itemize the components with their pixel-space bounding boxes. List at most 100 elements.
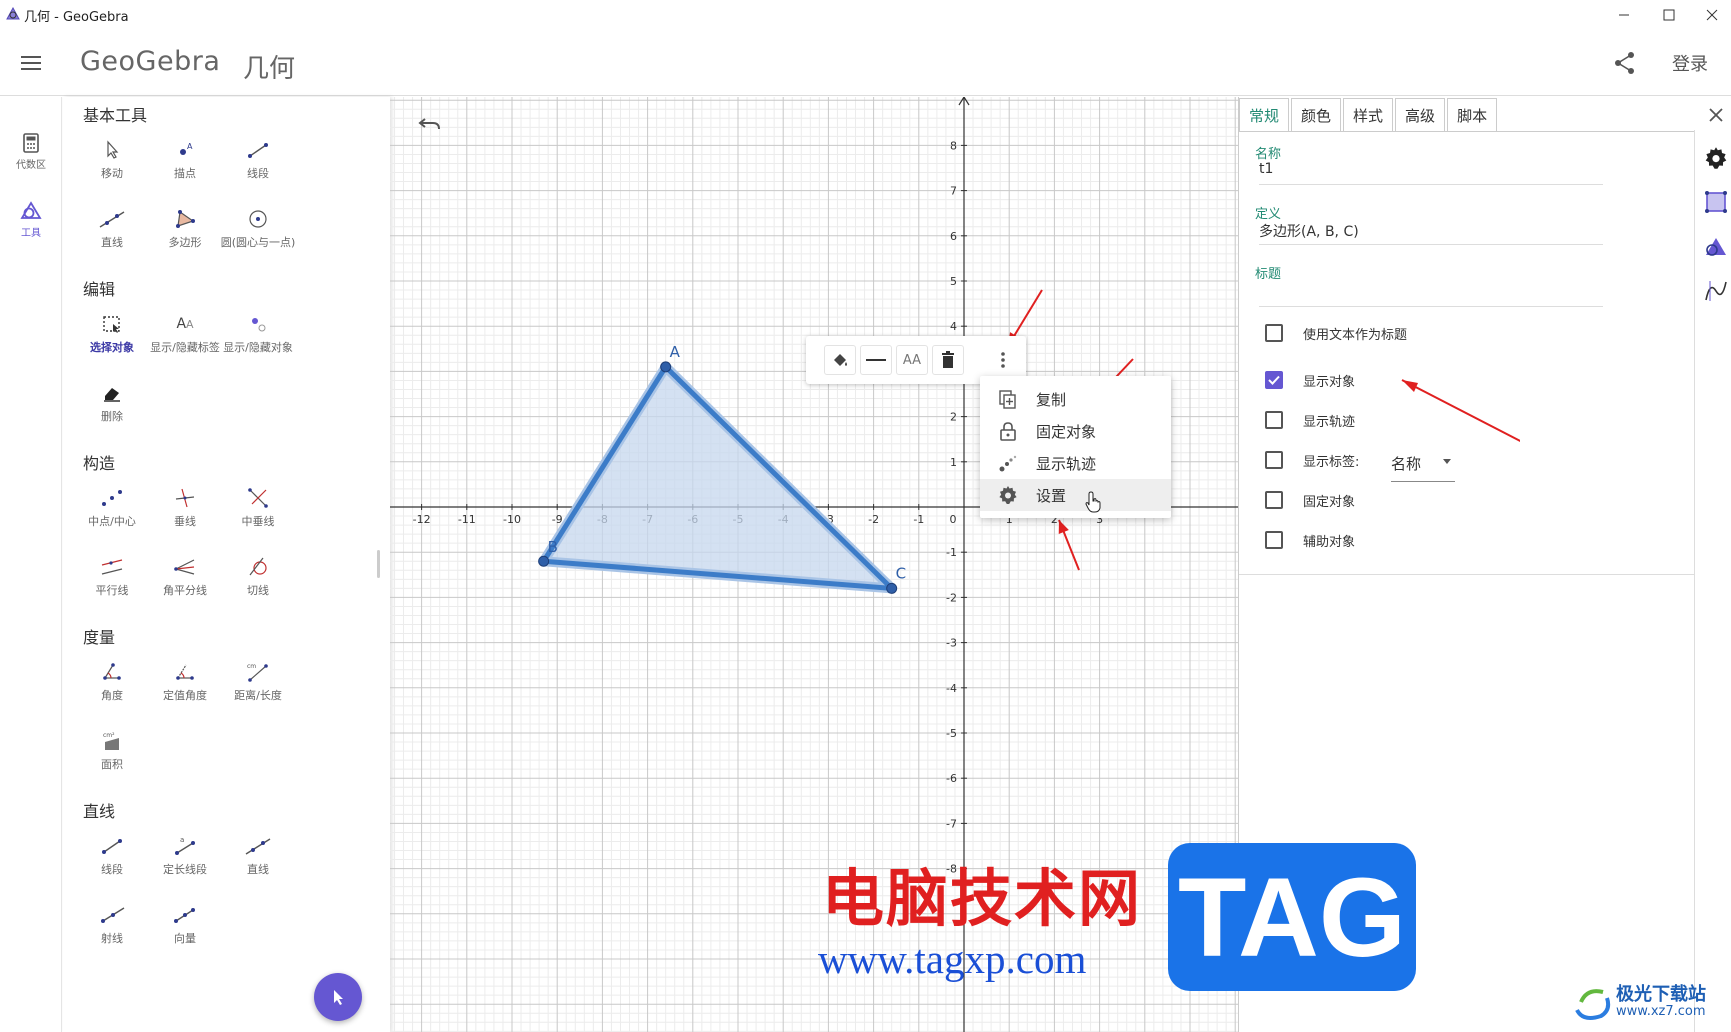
y-tick-label: -2 xyxy=(946,591,957,604)
triangle-polygon[interactable] xyxy=(538,361,897,594)
graphics-view-icon[interactable] xyxy=(1704,190,1728,214)
close-properties-icon[interactable] xyxy=(1705,104,1727,126)
tool-segment-2[interactable]: 线段 xyxy=(70,831,154,877)
checkbox[interactable] xyxy=(1265,324,1283,342)
tool-vector[interactable]: 向量 xyxy=(143,900,227,946)
definition-input[interactable]: 多边形(A, B, C) xyxy=(1259,217,1603,245)
tool-perpendicular[interactable]: 垂线 xyxy=(143,483,227,529)
watermark-text: 电脑技术网 xyxy=(822,862,1143,935)
graphics-2-icon[interactable] xyxy=(1704,235,1728,259)
duplicate-icon xyxy=(999,390,1016,409)
tool-line-2[interactable]: 直线 xyxy=(216,831,300,877)
login-button[interactable]: 登录 xyxy=(1672,50,1708,76)
y-tick-label: -1 xyxy=(946,546,957,559)
tool-distance-length[interactable]: cm 距离/长度 xyxy=(216,657,300,703)
tool-angle[interactable]: 角度 xyxy=(70,657,154,703)
fill-color-button[interactable] xyxy=(824,345,856,375)
tool-show-hide-object[interactable]: 显示/隐藏对象 xyxy=(216,309,300,355)
text-size-label: AA xyxy=(902,352,922,368)
tool-select-objects[interactable]: 选择对象 xyxy=(70,309,154,355)
hamburger-menu-icon[interactable] xyxy=(18,50,44,76)
panel-resize-handle[interactable] xyxy=(377,550,380,578)
ray-icon xyxy=(101,907,125,923)
y-tick-label: 8 xyxy=(950,139,957,152)
tool-tangent[interactable]: 切线 xyxy=(216,552,300,598)
tab-basic[interactable]: 常规 xyxy=(1239,98,1290,132)
rail-item-tools[interactable]: 工具 xyxy=(0,201,62,239)
name-input[interactable]: t1 xyxy=(1259,157,1603,185)
checkbox[interactable] xyxy=(1265,451,1283,469)
tool-show-hide-label[interactable]: AA 显示/隐藏标签 xyxy=(143,309,227,355)
watermark-tag-logo: TAG xyxy=(1168,843,1416,991)
tool-delete[interactable]: 删除 xyxy=(70,378,154,424)
tool-fixed-length-segment[interactable]: a 定长线段 xyxy=(143,831,227,877)
rail-item-algebra[interactable]: 代数区 xyxy=(0,133,62,171)
option-show-label[interactable]: 显示标签: xyxy=(1265,449,1359,471)
close-window-button[interactable] xyxy=(1700,4,1724,26)
option-fix-object[interactable]: 固定对象 xyxy=(1265,489,1355,511)
checkbox[interactable] xyxy=(1265,531,1283,549)
more-options-button[interactable] xyxy=(988,345,1018,375)
menu-item-duplicate[interactable]: 复制 xyxy=(980,383,1171,415)
tool-segment[interactable]: 线段 xyxy=(216,135,300,181)
tool-parallel[interactable]: 平行线 xyxy=(70,552,154,598)
tool-line[interactable]: 直线 xyxy=(70,204,154,250)
tool-midpoint[interactable]: 中点/中心 xyxy=(70,483,154,529)
caption-input[interactable] xyxy=(1259,279,1603,307)
tab-divider xyxy=(1239,131,1694,132)
tab-style[interactable]: 样式 xyxy=(1343,98,1394,132)
line-style-button[interactable] xyxy=(860,345,892,375)
maximize-button[interactable] xyxy=(1657,4,1681,26)
menu-item-show-trace[interactable]: 显示轨迹 xyxy=(980,447,1171,479)
x-tick-label: -11 xyxy=(458,513,476,526)
calculator-icon xyxy=(23,133,39,153)
y-tick-label: -3 xyxy=(946,637,957,650)
tool-point[interactable]: A 描点 xyxy=(143,135,227,181)
option-auxiliary-object[interactable]: 辅助对象 xyxy=(1265,529,1355,551)
function-curve-icon[interactable] xyxy=(1704,279,1728,303)
point-label: A xyxy=(670,343,681,361)
panel-divider xyxy=(1239,574,1694,575)
tool-circle-center-point[interactable]: 圆(圆心与一点) xyxy=(216,204,300,250)
tool-polygon[interactable]: 多边形 xyxy=(143,204,227,250)
x-tick-label: -2 xyxy=(868,513,879,526)
y-tick-label: -6 xyxy=(946,772,957,785)
checkbox-checked[interactable] xyxy=(1265,371,1283,389)
tool-move[interactable]: 移动 xyxy=(70,135,154,181)
checkbox[interactable] xyxy=(1265,411,1283,429)
delete-object-button[interactable] xyxy=(932,345,964,375)
gear-icon[interactable] xyxy=(1704,146,1728,170)
distance-icon: cm xyxy=(247,663,268,682)
svg-text:cm²: cm² xyxy=(103,732,115,739)
tools-shapes-icon xyxy=(20,201,42,219)
tool-angle-bisector[interactable]: 角平分线 xyxy=(143,552,227,598)
tab-scripting[interactable]: 脚本 xyxy=(1447,98,1498,132)
minimize-button[interactable] xyxy=(1612,4,1636,26)
move-tool-fab[interactable] xyxy=(314,973,362,1021)
option-show-object[interactable]: 显示对象 xyxy=(1265,369,1355,391)
tab-advanced[interactable]: 高级 xyxy=(1395,98,1446,132)
tool-area[interactable]: cm² 面积 xyxy=(70,726,154,772)
minimize-icon xyxy=(1619,14,1629,16)
tool-ray[interactable]: 射线 xyxy=(70,900,154,946)
tool-fixed-angle[interactable]: 定值角度 xyxy=(143,657,227,703)
undo-icon[interactable] xyxy=(417,110,443,136)
option-use-text-as-caption[interactable]: 使用文本作为标题 xyxy=(1265,322,1407,344)
rail-item-label: 代数区 xyxy=(16,160,46,171)
menu-item-fix-object[interactable]: 固定对象 xyxy=(980,415,1171,447)
label-mode-select[interactable]: 名称 xyxy=(1391,449,1455,482)
y-tick-label: -4 xyxy=(946,682,957,695)
area-icon: cm² xyxy=(103,732,119,750)
share-icon[interactable] xyxy=(1612,50,1638,76)
x-tick-label: -12 xyxy=(413,513,431,526)
watermark-site-logo: 极光下载站 www.xz7.com xyxy=(1573,980,1723,1024)
fixed-length-segment-icon: a xyxy=(175,836,195,855)
menu-item-settings[interactable]: 设置 xyxy=(980,479,1171,511)
tab-color[interactable]: 颜色 xyxy=(1291,98,1342,132)
left-rail: 代数区 工具 xyxy=(0,97,62,1032)
checkbox[interactable] xyxy=(1265,491,1283,509)
line-style-icon xyxy=(866,359,886,361)
tool-perpendicular-bisector[interactable]: 中垂线 xyxy=(216,483,300,529)
text-size-button[interactable]: AA xyxy=(896,345,928,375)
option-show-trace[interactable]: 显示轨迹 xyxy=(1265,409,1355,431)
